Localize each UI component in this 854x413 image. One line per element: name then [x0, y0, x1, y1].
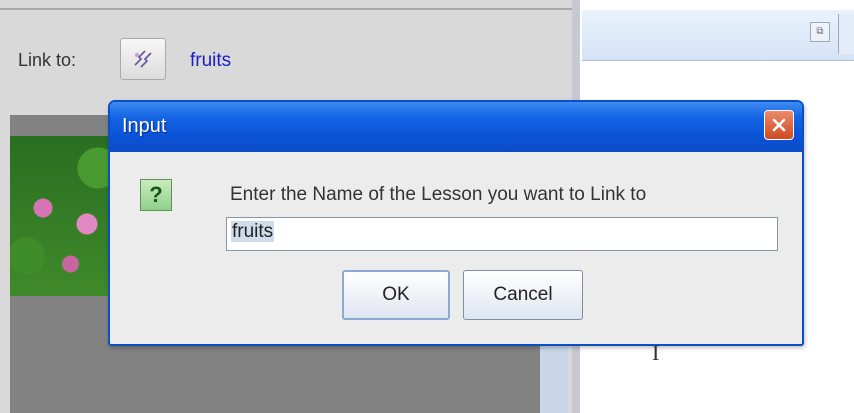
dialog-prompt: Enter the Name of the Lesson you want to…	[230, 184, 647, 205]
question-symbol: ?	[149, 182, 163, 207]
link-picker-button[interactable]	[120, 38, 166, 80]
cancel-button[interactable]: Cancel	[463, 270, 583, 320]
linked-lesson-name: fruits	[190, 50, 232, 71]
close-button[interactable]	[764, 110, 794, 140]
link-to-label: Link to:	[18, 50, 77, 70]
scrollbar[interactable]	[540, 340, 568, 413]
ok-button[interactable]: OK	[342, 270, 450, 320]
restore-icon[interactable]: ⧉	[810, 22, 830, 42]
panel-divider	[0, 8, 572, 10]
link-picker-icon	[134, 50, 152, 68]
right-tab[interactable]	[838, 14, 854, 54]
input-dialog: Input ? Enter the Name of the Lesson you…	[108, 100, 804, 346]
lesson-name-value: fruits	[231, 221, 275, 242]
question-icon: ?	[140, 179, 172, 211]
dialog-title: Input	[122, 115, 167, 137]
lotus-image	[10, 136, 120, 296]
lesson-name-input[interactable]: fruits	[226, 217, 778, 251]
dialog-titlebar[interactable]: Input	[110, 102, 802, 152]
close-icon	[772, 118, 786, 132]
